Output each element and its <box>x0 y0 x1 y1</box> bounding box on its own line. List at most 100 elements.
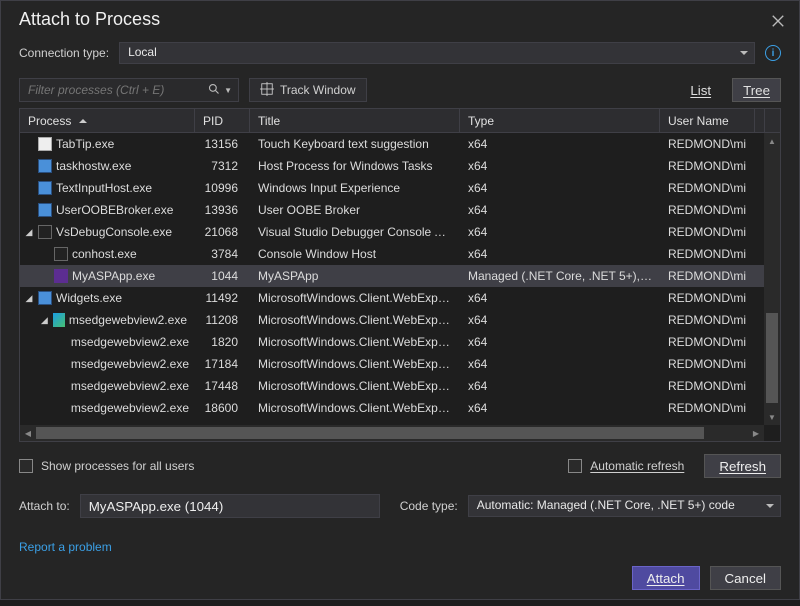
col-header-pid[interactable]: PID <box>195 109 250 132</box>
attach-to-label: Attach to: <box>19 499 70 513</box>
report-problem-link[interactable]: Report a problem <box>1 528 799 566</box>
filter-searchbox[interactable]: ▼ <box>19 78 239 102</box>
process-row[interactable]: ▶msedgewebview2.exe17184MicrosoftWindows… <box>20 353 780 375</box>
process-row[interactable]: ▶UserOOBEBroker.exe13936User OOBE Broker… <box>20 199 780 221</box>
process-user: REDMOND\mi <box>660 137 755 151</box>
process-user: REDMOND\mi <box>660 313 755 327</box>
grid-body[interactable]: ▶TabTip.exe13156Touch Keyboard text sugg… <box>20 133 780 441</box>
attach-button[interactable]: Attach <box>632 566 700 590</box>
scroll-thumb-h[interactable] <box>36 427 704 439</box>
process-type: x64 <box>460 401 660 415</box>
process-name: UserOOBEBroker.exe <box>56 203 173 217</box>
attach-to-row: Attach to: Code type: Automatic: Managed… <box>1 484 799 528</box>
info-icon[interactable]: i <box>765 45 781 61</box>
scroll-left-icon[interactable]: ◀ <box>20 425 36 441</box>
process-icon <box>54 247 68 261</box>
tree-toggle-icon[interactable]: ◢ <box>24 293 34 304</box>
dialog-title: Attach to Process <box>19 9 160 30</box>
process-row[interactable]: ▶TabTip.exe13156Touch Keyboard text sugg… <box>20 133 780 155</box>
process-type: x64 <box>460 291 660 305</box>
tree-toggle-icon[interactable]: ◢ <box>24 227 34 238</box>
process-title: Visual Studio Debugger Console App… <box>250 225 460 239</box>
vertical-scrollbar[interactable]: ▲ ▼ <box>764 133 780 425</box>
refresh-button[interactable]: Refresh <box>704 454 781 478</box>
scroll-thumb[interactable] <box>766 313 778 403</box>
process-title: Touch Keyboard text suggestion <box>250 137 460 151</box>
process-type: x64 <box>460 225 660 239</box>
process-pid: 11492 <box>195 291 250 305</box>
process-name: MyASPApp.exe <box>72 269 155 283</box>
process-pid: 13936 <box>195 203 250 217</box>
process-grid: Process PID Title Type User Name ▶TabTip… <box>19 108 781 442</box>
process-name: Widgets.exe <box>56 291 122 305</box>
process-type: Managed (.NET Core, .NET 5+), x64 <box>460 269 660 283</box>
col-header-user[interactable]: User Name <box>660 109 755 132</box>
process-title: MicrosoftWindows.Client.WebExperi… <box>250 313 460 327</box>
list-view-button[interactable]: List <box>679 78 722 102</box>
process-row[interactable]: ◢msedgewebview2.exe11208MicrosoftWindows… <box>20 309 780 331</box>
process-pid: 1044 <box>195 269 250 283</box>
process-row[interactable]: ▶taskhostw.exe7312Host Process for Windo… <box>20 155 780 177</box>
process-title: MicrosoftWindows.Client.WebExperi… <box>250 357 460 371</box>
show-all-users-checkbox[interactable] <box>19 459 33 473</box>
process-type: x64 <box>460 203 660 217</box>
attach-to-process-dialog: Attach to Process Connection type: Local… <box>0 0 800 600</box>
code-type-dropdown[interactable]: Automatic: Managed (.NET Core, .NET 5+) … <box>468 495 781 517</box>
connection-type-value: Local <box>128 45 157 59</box>
sort-asc-icon <box>79 115 87 123</box>
process-user: REDMOND\mi <box>660 269 755 283</box>
process-title: Host Process for Windows Tasks <box>250 159 460 173</box>
process-pid: 11208 <box>195 313 250 327</box>
col-header-type[interactable]: Type <box>460 109 660 132</box>
process-pid: 17184 <box>195 357 250 371</box>
process-pid: 7312 <box>195 159 250 173</box>
process-pid: 3784 <box>195 247 250 261</box>
filter-input[interactable] <box>28 83 198 97</box>
attach-to-input[interactable] <box>80 494 380 518</box>
scroll-right-icon[interactable]: ▶ <box>748 425 764 441</box>
process-user: REDMOND\mi <box>660 291 755 305</box>
close-icon[interactable] <box>771 12 787 28</box>
process-icon <box>38 225 52 239</box>
process-row[interactable]: ▶msedgewebview2.exe1820MicrosoftWindows.… <box>20 331 780 353</box>
track-window-button[interactable]: Track Window <box>249 78 367 102</box>
process-row[interactable]: ▶MyASPApp.exe1044MyASPAppManaged (.NET C… <box>20 265 780 287</box>
process-row[interactable]: ▶TextInputHost.exe10996Windows Input Exp… <box>20 177 780 199</box>
connection-type-dropdown[interactable]: Local <box>119 42 755 64</box>
process-user: REDMOND\mi <box>660 247 755 261</box>
process-pid: 17448 <box>195 379 250 393</box>
auto-refresh-checkbox[interactable] <box>568 459 582 473</box>
process-user: REDMOND\mi <box>660 181 755 195</box>
process-row[interactable]: ▶msedgewebview2.exe18600MicrosoftWindows… <box>20 397 780 419</box>
process-name: VsDebugConsole.exe <box>56 225 172 239</box>
horizontal-scrollbar[interactable]: ◀ ▶ <box>20 425 764 441</box>
process-name: msedgewebview2.exe <box>71 401 189 415</box>
process-pid: 1820 <box>195 335 250 349</box>
search-dropdown-icon[interactable]: ▼ <box>224 86 232 95</box>
process-name: msedgewebview2.exe <box>71 379 189 393</box>
process-row[interactable]: ◢VsDebugConsole.exe21068Visual Studio De… <box>20 221 780 243</box>
process-title: User OOBE Broker <box>250 203 460 217</box>
titlebar: Attach to Process <box>1 1 799 36</box>
col-header-title[interactable]: Title <box>250 109 460 132</box>
process-title: Console Window Host <box>250 247 460 261</box>
process-title: MicrosoftWindows.Client.WebExperi… <box>250 335 460 349</box>
process-icon <box>38 291 52 305</box>
connection-row: Connection type: Local i <box>1 36 799 70</box>
scroll-up-icon[interactable]: ▲ <box>764 133 780 149</box>
scroll-down-icon[interactable]: ▼ <box>764 409 780 425</box>
cancel-button[interactable]: Cancel <box>710 566 782 590</box>
process-type: x64 <box>460 357 660 371</box>
process-user: REDMOND\mi <box>660 203 755 217</box>
process-pid: 13156 <box>195 137 250 151</box>
process-row[interactable]: ▶msedgewebview2.exe17448MicrosoftWindows… <box>20 375 780 397</box>
options-row: Show processes for all users Automatic r… <box>1 442 799 484</box>
process-user: REDMOND\mi <box>660 159 755 173</box>
process-icon <box>53 313 65 327</box>
code-type-value: Automatic: Managed (.NET Core, .NET 5+) … <box>477 498 735 512</box>
tree-toggle-icon[interactable]: ◢ <box>40 315 49 326</box>
process-row[interactable]: ◢Widgets.exe11492MicrosoftWindows.Client… <box>20 287 780 309</box>
col-header-process[interactable]: Process <box>20 109 195 132</box>
tree-view-button[interactable]: Tree <box>732 78 781 102</box>
process-row[interactable]: ▶conhost.exe3784Console Window Hostx64RE… <box>20 243 780 265</box>
